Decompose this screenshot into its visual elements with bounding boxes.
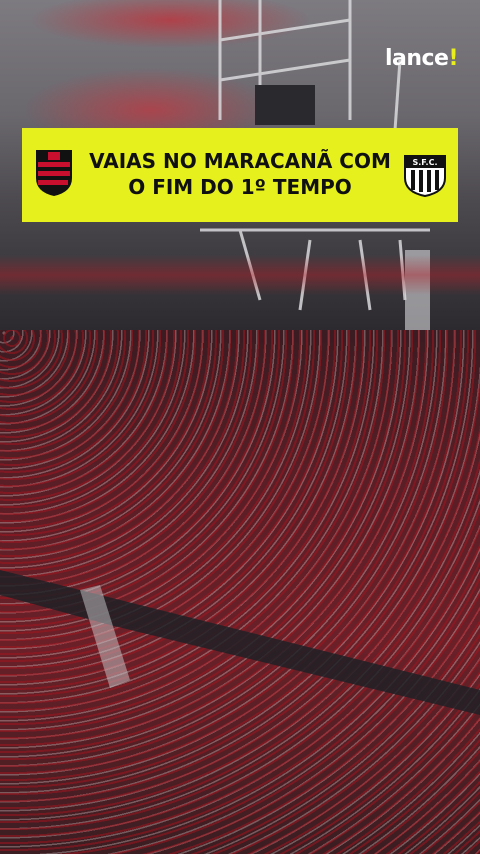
lance-logo: lance! <box>384 46 459 71</box>
stand-divider <box>0 570 480 715</box>
stadium-photo: lance! VAIAS NO MARACANÃ COM O FIM DO 1º… <box>0 0 480 854</box>
santos-crest-initials: S.F.C. <box>412 158 437 167</box>
brand-name: lance <box>384 46 449 71</box>
headline-line-2: O FIM DO 1º TEMPO <box>128 175 352 199</box>
santos-crest-icon: S.F.C. <box>404 155 446 198</box>
brand-mark: ! <box>448 46 458 71</box>
headline-line-1: VAIAS NO MARACANÃ COM <box>89 149 391 173</box>
flamengo-crest-icon <box>36 150 72 196</box>
red-light-band <box>0 255 480 295</box>
headline: VAIAS NO MARACANÃ COM O FIM DO 1º TEMPO <box>80 148 400 200</box>
headline-banner: VAIAS NO MARACANÃ COM O FIM DO 1º TEMPO … <box>22 128 458 222</box>
